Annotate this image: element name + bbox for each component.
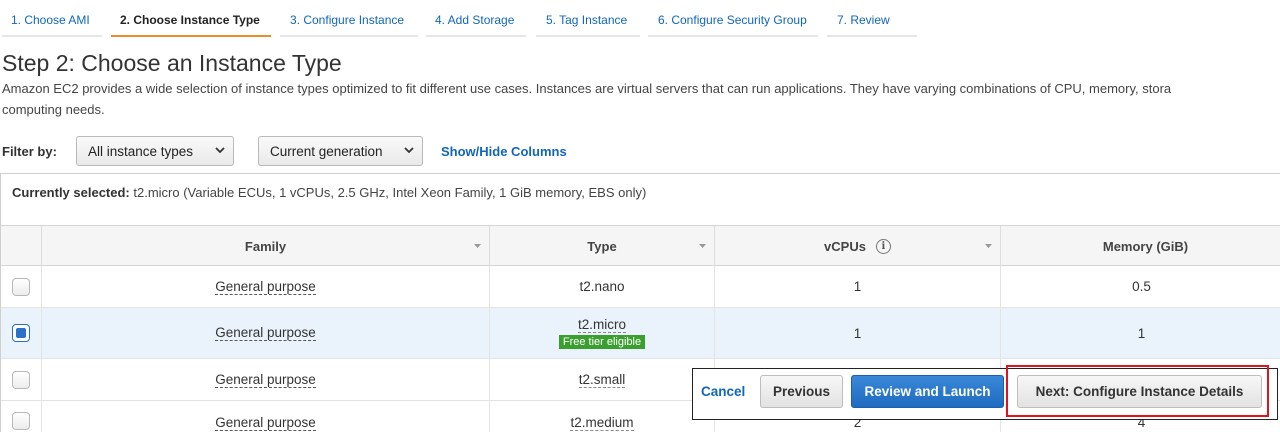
header-family-label: Family [244, 238, 287, 254]
sort-icon [985, 244, 992, 248]
chevron-down-icon [404, 147, 414, 154]
sort-icon [699, 244, 706, 248]
header-vcpus-label: vCPUs [824, 238, 866, 254]
info-icon[interactable]: i [875, 238, 891, 254]
sort-icon [474, 244, 481, 248]
tab-underline [536, 35, 640, 37]
currently-selected-label: Currently selected: [12, 185, 130, 200]
row-checkbox-checked[interactable] [12, 324, 30, 342]
highlight-annotation-box [1006, 365, 1269, 417]
family-cell: General purpose [215, 278, 316, 295]
cancel-link[interactable]: Cancel [701, 384, 745, 399]
memory-cell: 0.5 [1132, 279, 1151, 294]
header-type-label: Type [587, 238, 617, 254]
table-row[interactable]: General purpose t2.nano 1 0.5 [1, 266, 1280, 308]
table-row-selected[interactable]: General purpose t2.micro Free tier eligi… [1, 308, 1280, 359]
instance-type-filter-select[interactable]: All instance types [76, 136, 234, 166]
select-value: Current generation [270, 144, 383, 159]
select-value: All instance types [88, 144, 194, 159]
tab-configure-security-group[interactable]: 6. Configure Security Group [658, 13, 807, 27]
header-type[interactable]: Type [489, 226, 714, 266]
currently-selected-info: Currently selected: t2.micro (Variable E… [12, 185, 646, 200]
tab-underline [280, 35, 418, 37]
header-family[interactable]: Family [41, 226, 489, 266]
tab-tag-instance[interactable]: 5. Tag Instance [546, 13, 627, 27]
filter-label: Filter by: [2, 144, 57, 159]
vcpus-cell: 1 [853, 325, 862, 341]
tab-configure-instance[interactable]: 3. Configure Instance [290, 13, 404, 27]
tab-review[interactable]: 7. Review [837, 13, 890, 27]
family-cell: General purpose [215, 325, 316, 341]
free-tier-badge: Free tier eligible [558, 335, 646, 349]
vcpus-cell: 1 [853, 279, 862, 294]
tab-choose-instance-type[interactable]: 2. Choose Instance Type [120, 13, 260, 27]
type-cell: t2.nano [579, 279, 625, 294]
row-checkbox[interactable] [12, 411, 30, 430]
tab-choose-ami[interactable]: 1. Choose AMI [11, 13, 90, 27]
tab-underline-active [111, 35, 271, 37]
tab-add-storage[interactable]: 4. Add Storage [435, 13, 514, 27]
type-cell: t2.medium [570, 415, 634, 431]
header-memory[interactable]: Memory (GiB) [1000, 226, 1280, 266]
header-memory-label: Memory (GiB) [1102, 238, 1189, 254]
description-line-2: computing needs. [2, 102, 105, 117]
chevron-down-icon [215, 147, 225, 154]
row-checkbox[interactable] [12, 370, 30, 389]
tab-underline [648, 35, 818, 37]
tab-underline [426, 35, 526, 37]
type-cell: t2.micro [577, 317, 626, 333]
row-checkbox[interactable] [12, 277, 30, 296]
page-title: Step 2: Choose an Instance Type [2, 50, 342, 76]
wizard-steps: 1. Choose AMI 2. Choose Instance Type 3.… [0, 0, 1280, 38]
header-select [1, 226, 41, 266]
memory-cell: 1 [1137, 325, 1146, 341]
type-cell: t2.small [578, 371, 626, 388]
page-description: Amazon EC2 provides a wide selection of … [2, 78, 1280, 120]
tab-underline [827, 35, 917, 37]
description-line-1: Amazon EC2 provides a wide selection of … [2, 81, 1172, 96]
header-vcpus[interactable]: vCPUs i [714, 226, 1000, 266]
tab-underline [2, 35, 102, 37]
previous-button[interactable]: Previous [760, 375, 843, 408]
table-header: Family Type vCPUs i Memory (GiB) [1, 225, 1280, 266]
family-cell: General purpose [215, 415, 316, 431]
family-cell: General purpose [215, 371, 316, 388]
generation-filter-select[interactable]: Current generation [258, 136, 423, 166]
review-and-launch-button[interactable]: Review and Launch [851, 375, 1004, 408]
currently-selected-text: t2.micro (Variable ECUs, 1 vCPUs, 2.5 GH… [129, 185, 647, 200]
show-hide-columns-link[interactable]: Show/Hide Columns [441, 144, 567, 159]
